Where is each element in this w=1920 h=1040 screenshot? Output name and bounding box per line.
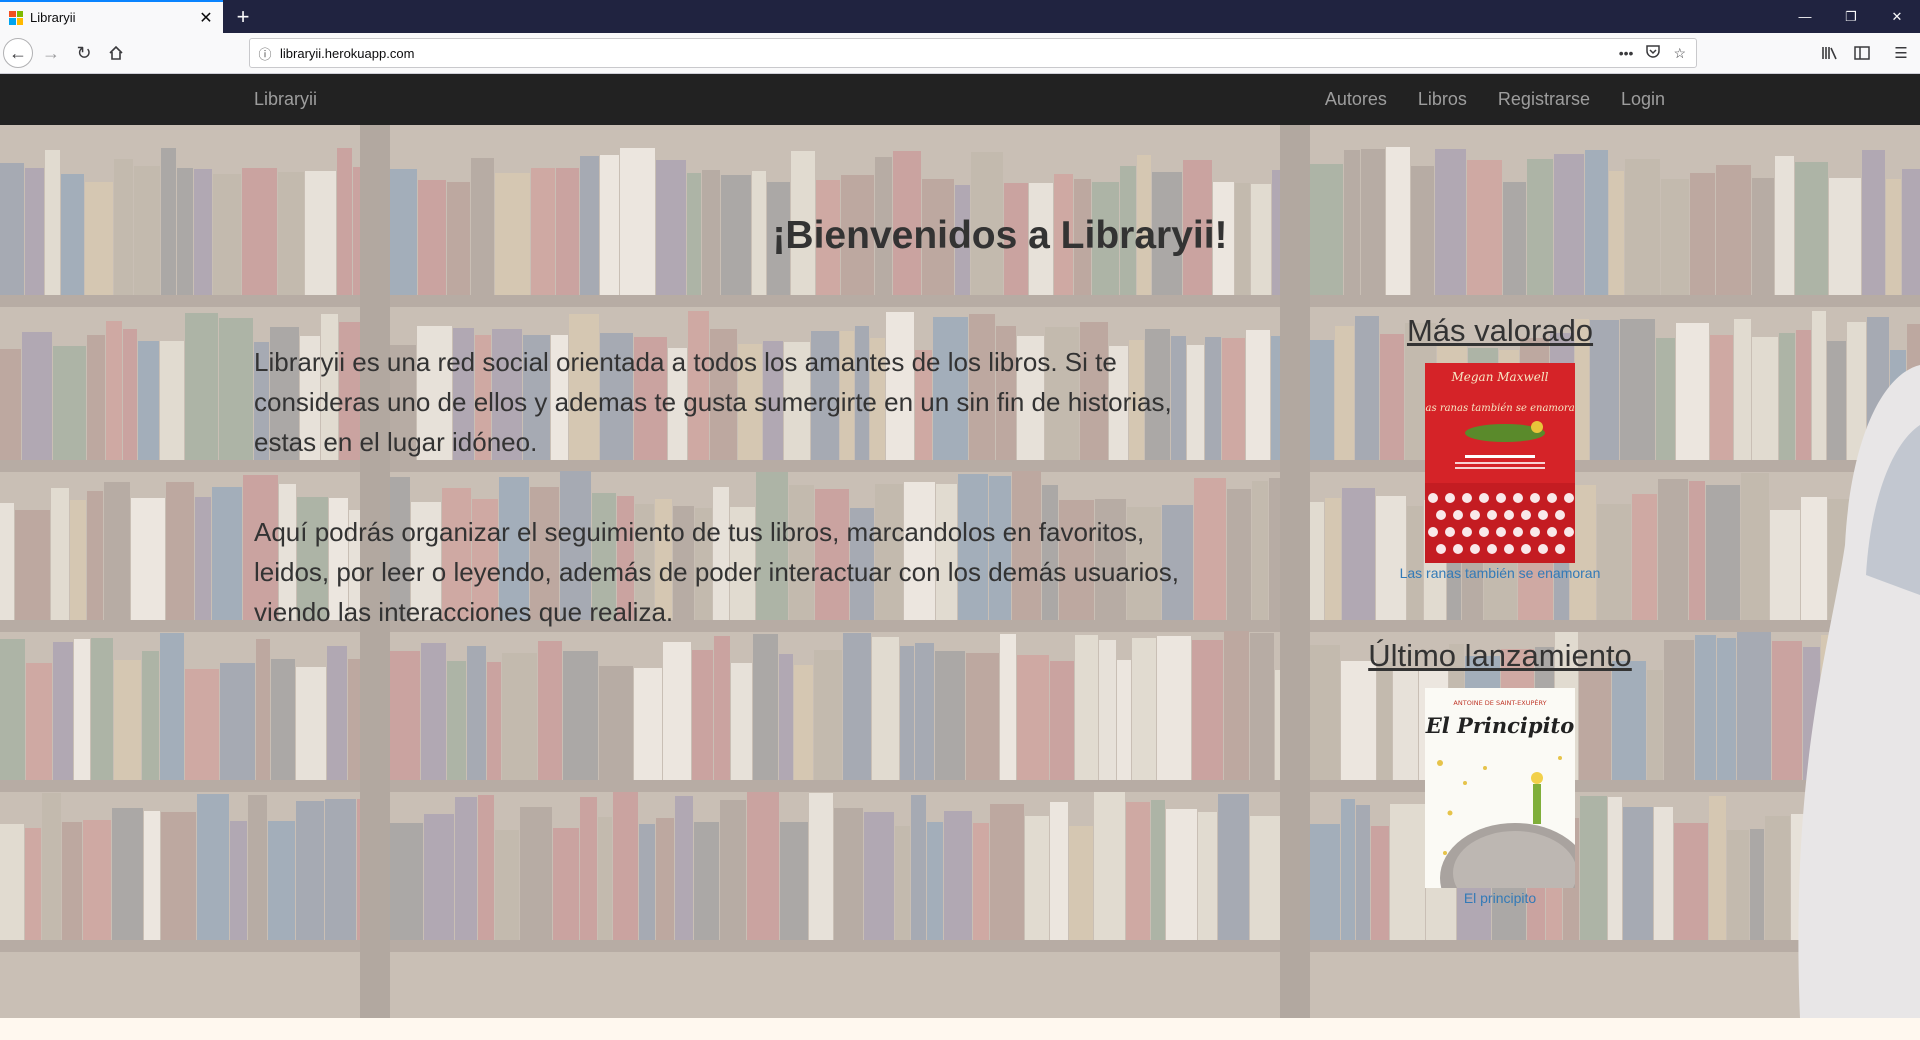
latest-release-heading: Último lanzamiento <box>1368 638 1632 673</box>
nav-registrarse[interactable]: Registrarse <box>1498 89 1590 110</box>
cover-title-ranas: Las ranas también se enamoran <box>1425 403 1575 414</box>
latest-release-section: Último lanzamiento ANTOINE DE SAINT-EXUP… <box>1300 638 1700 906</box>
brand-link[interactable]: Libraryii <box>254 89 317 110</box>
page-title: ¡Bienvenidos a Libraryii! <box>772 214 1228 257</box>
top-rated-section: Más valorado Megan Maxwell Las ranas tam… <box>1300 313 1700 581</box>
cover-author-ranas: Megan Maxwell <box>1450 370 1548 384</box>
nav-links: Autores Libros Registrarse Login <box>1325 89 1665 110</box>
book-link-principito[interactable]: El principito <box>1300 890 1700 906</box>
intro-paragraph-1: Libraryii es una red social orientada a … <box>254 347 1172 457</box>
book-cover-ranas[interactable]: Megan Maxwell Las ranas también se enamo… <box>1425 363 1575 563</box>
pocket-icon[interactable] <box>1645 44 1661 62</box>
restore-icon[interactable]: ❐ <box>1828 0 1874 33</box>
url-text[interactable]: libraryii.herokuapp.com <box>280 46 1619 61</box>
hero-section: ¡Bienvenidos a Libraryii! Libraryii es u… <box>0 125 1920 1018</box>
browser-tab-bar: Libraryii ✕ + — ❐ ✕ <box>0 0 1920 33</box>
back-icon[interactable]: ← <box>3 38 33 68</box>
book-link-ranas[interactable]: Las ranas también se enamoran <box>1300 565 1700 581</box>
bookmark-star-icon[interactable]: ☆ <box>1673 45 1686 62</box>
intro-paragraph-2: Aquí podrás organizar el seguimiento de … <box>254 517 1179 627</box>
footer-strip <box>0 1018 1920 1040</box>
reload-icon[interactable]: ↻ <box>69 38 99 68</box>
close-window-icon[interactable]: ✕ <box>1874 0 1920 33</box>
site-navbar: Libraryii Autores Libros Registrarse Log… <box>0 74 1920 125</box>
minimize-icon[interactable]: — <box>1782 0 1828 33</box>
nav-autores[interactable]: Autores <box>1325 89 1387 110</box>
cover-title-principito: El Principito <box>1425 713 1574 738</box>
forward-icon[interactable]: → <box>36 38 66 68</box>
nav-login[interactable]: Login <box>1621 89 1665 110</box>
cover-author-principito: ANTOINE DE SAINT-EXUPÉRY <box>1453 698 1546 707</box>
info-icon[interactable]: ⓘ <box>250 39 280 67</box>
browser-toolbar: ← → ↻ ⓘ libraryii.herokuapp.com ••• ☆ ☰ <box>0 33 1920 74</box>
intro-text: Libraryii es una red social orientada a … <box>254 342 1214 682</box>
nav-libros[interactable]: Libros <box>1418 89 1467 110</box>
sidebar-icon[interactable] <box>1847 38 1877 68</box>
library-icon[interactable] <box>1815 38 1845 68</box>
new-tab-button[interactable]: + <box>228 2 258 32</box>
menu-icon[interactable]: ☰ <box>1886 38 1916 68</box>
more-icon[interactable]: ••• <box>1619 45 1634 61</box>
book-cover-principito[interactable]: ANTOINE DE SAINT-EXUPÉRY El Principito <box>1425 688 1575 888</box>
browser-tab[interactable]: Libraryii ✕ <box>0 0 223 33</box>
top-rated-heading: Más valorado <box>1406 313 1594 348</box>
address-bar[interactable]: ⓘ libraryii.herokuapp.com ••• ☆ <box>249 38 1697 68</box>
website: Libraryii Autores Libros Registrarse Log… <box>0 74 1920 1040</box>
site-favicon-icon <box>9 10 23 25</box>
home-icon[interactable] <box>101 38 131 68</box>
tab-title: Libraryii <box>30 10 76 25</box>
close-tab-icon[interactable]: ✕ <box>193 5 219 31</box>
